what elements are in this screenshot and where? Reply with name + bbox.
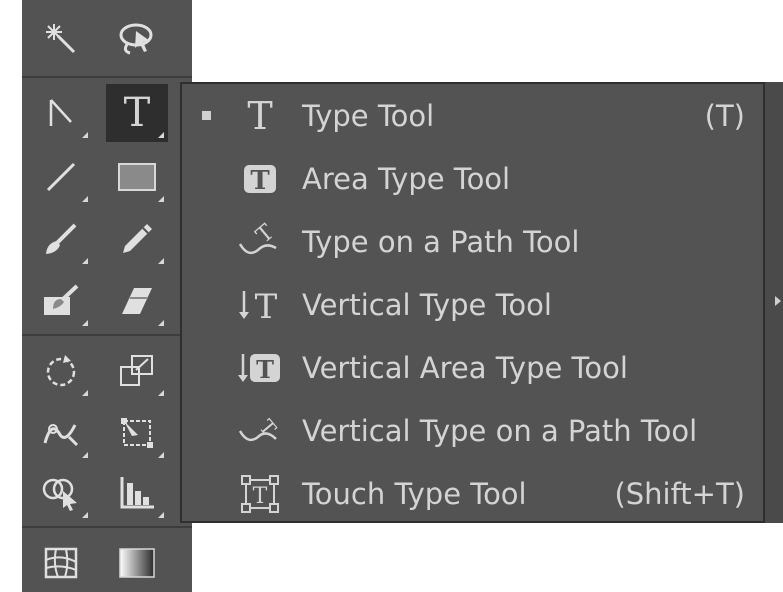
submenu-indicator xyxy=(82,512,88,518)
shape-builder-tool[interactable] xyxy=(30,464,92,522)
menu-item-vertical-type-tool[interactable]: T Vertical Type Tool xyxy=(182,273,763,336)
svg-text:T: T xyxy=(253,484,268,509)
submenu-indicator xyxy=(158,132,164,138)
direct-selection-tool[interactable] xyxy=(30,84,92,142)
shape-builder-tool-icon xyxy=(42,478,77,511)
pencil-tool[interactable] xyxy=(106,210,168,268)
vertical-type-on-path-icon: T xyxy=(232,406,288,456)
direct-selection-tool-icon xyxy=(49,99,72,126)
menu-item-vertical-area-type-tool[interactable]: T Vertical Area Type Tool xyxy=(182,336,763,399)
menu-item-shortcut: (T) xyxy=(704,98,745,133)
submenu-indicator xyxy=(82,196,88,202)
submenu-indicator xyxy=(82,452,88,458)
toolbar-separator xyxy=(22,76,192,78)
gradient-tool-icon xyxy=(119,548,155,578)
svg-text:T: T xyxy=(256,355,274,384)
menu-item-label: Vertical Area Type Tool xyxy=(302,350,628,385)
blob-brush-tool[interactable] xyxy=(30,272,92,330)
svg-text:T: T xyxy=(250,166,270,196)
submenu-indicator xyxy=(158,320,164,326)
submenu-indicator xyxy=(82,320,88,326)
menu-item-vertical-type-on-a-path-tool[interactable]: T Vertical Type on a Path Tool xyxy=(182,399,763,462)
submenu-indicator xyxy=(82,390,88,396)
menu-item-shortcut: (Shift+T) xyxy=(614,476,745,511)
scale-tool[interactable] xyxy=(106,342,168,400)
lasso-tool[interactable] xyxy=(106,10,168,68)
rectangle-tool-icon xyxy=(118,163,156,191)
menu-item-label: Type Tool xyxy=(302,98,435,133)
vertical-type-icon: T xyxy=(232,280,288,330)
pencil-tool-icon xyxy=(123,224,152,253)
graph-tool-icon xyxy=(120,477,154,509)
menu-item-area-type-tool[interactable]: T Area Type Tool xyxy=(182,147,763,210)
menu-item-label: Area Type Tool xyxy=(302,161,511,196)
magic-wand-tool[interactable] xyxy=(30,10,92,68)
tools-panel: T xyxy=(22,0,192,592)
mesh-tool-icon xyxy=(44,547,78,579)
svg-text:T: T xyxy=(252,222,280,249)
blob-brush-tool-icon xyxy=(44,284,79,315)
touch-type-icon: T xyxy=(232,469,288,519)
menu-item-label: Vertical Type Tool xyxy=(302,287,552,322)
selected-indicator xyxy=(202,111,211,120)
free-transform-tool-icon xyxy=(121,418,153,448)
graph-tool[interactable] xyxy=(106,464,168,522)
type-tool-icon: T xyxy=(123,90,151,136)
type-on-path-icon: T xyxy=(232,217,288,267)
rotate-tool-icon xyxy=(46,355,76,387)
menu-item-type-tool[interactable]: T Type Tool (T) xyxy=(182,84,763,147)
menu-item-label: Vertical Type on a Path Tool xyxy=(302,413,698,448)
submenu-indicator xyxy=(82,132,88,138)
submenu-indicator xyxy=(158,196,164,202)
mesh-tool[interactable] xyxy=(30,534,92,592)
submenu-indicator xyxy=(82,258,88,264)
paintbrush-tool-icon xyxy=(46,223,77,254)
paintbrush-tool[interactable] xyxy=(30,210,92,268)
menu-item-touch-type-tool[interactable]: T Touch Type Tool (Shift+T) xyxy=(182,462,763,525)
scale-tool-icon xyxy=(120,355,153,386)
magic-wand-tool-icon xyxy=(46,24,76,54)
submenu-indicator xyxy=(158,512,164,518)
gradient-tool[interactable] xyxy=(106,534,168,592)
eraser-tool-icon xyxy=(122,288,152,314)
area-type-icon: T xyxy=(232,154,288,204)
toolbar-separator xyxy=(22,526,192,528)
warp-tool[interactable] xyxy=(30,404,92,462)
rotate-tool[interactable] xyxy=(30,342,92,400)
toolbar-separator xyxy=(22,334,192,336)
menu-item-label: Type on a Path Tool xyxy=(302,224,580,259)
menu-item-type-on-a-path-tool[interactable]: T Type on a Path Tool xyxy=(182,210,763,273)
type-icon: T xyxy=(247,93,273,138)
eraser-tool[interactable] xyxy=(106,272,168,330)
warp-tool-icon xyxy=(43,424,79,447)
vertical-area-type-icon: T xyxy=(232,343,288,393)
line-segment-tool-icon xyxy=(46,162,76,192)
line-segment-tool[interactable] xyxy=(30,148,92,206)
submenu-indicator xyxy=(158,452,164,458)
lasso-tool-icon xyxy=(119,23,153,55)
submenu-indicator xyxy=(158,390,164,396)
type-tool[interactable]: T xyxy=(106,84,168,142)
free-transform-tool[interactable] xyxy=(106,404,168,462)
type-tools-flyout: T Type Tool (T) T Area Type Tool T Type … xyxy=(180,82,765,523)
rectangle-tool[interactable] xyxy=(106,148,168,206)
submenu-indicator xyxy=(158,258,164,264)
menu-item-label: Touch Type Tool xyxy=(302,476,527,511)
tearoff-arrow-icon xyxy=(775,296,781,306)
svg-text:T: T xyxy=(255,287,278,325)
